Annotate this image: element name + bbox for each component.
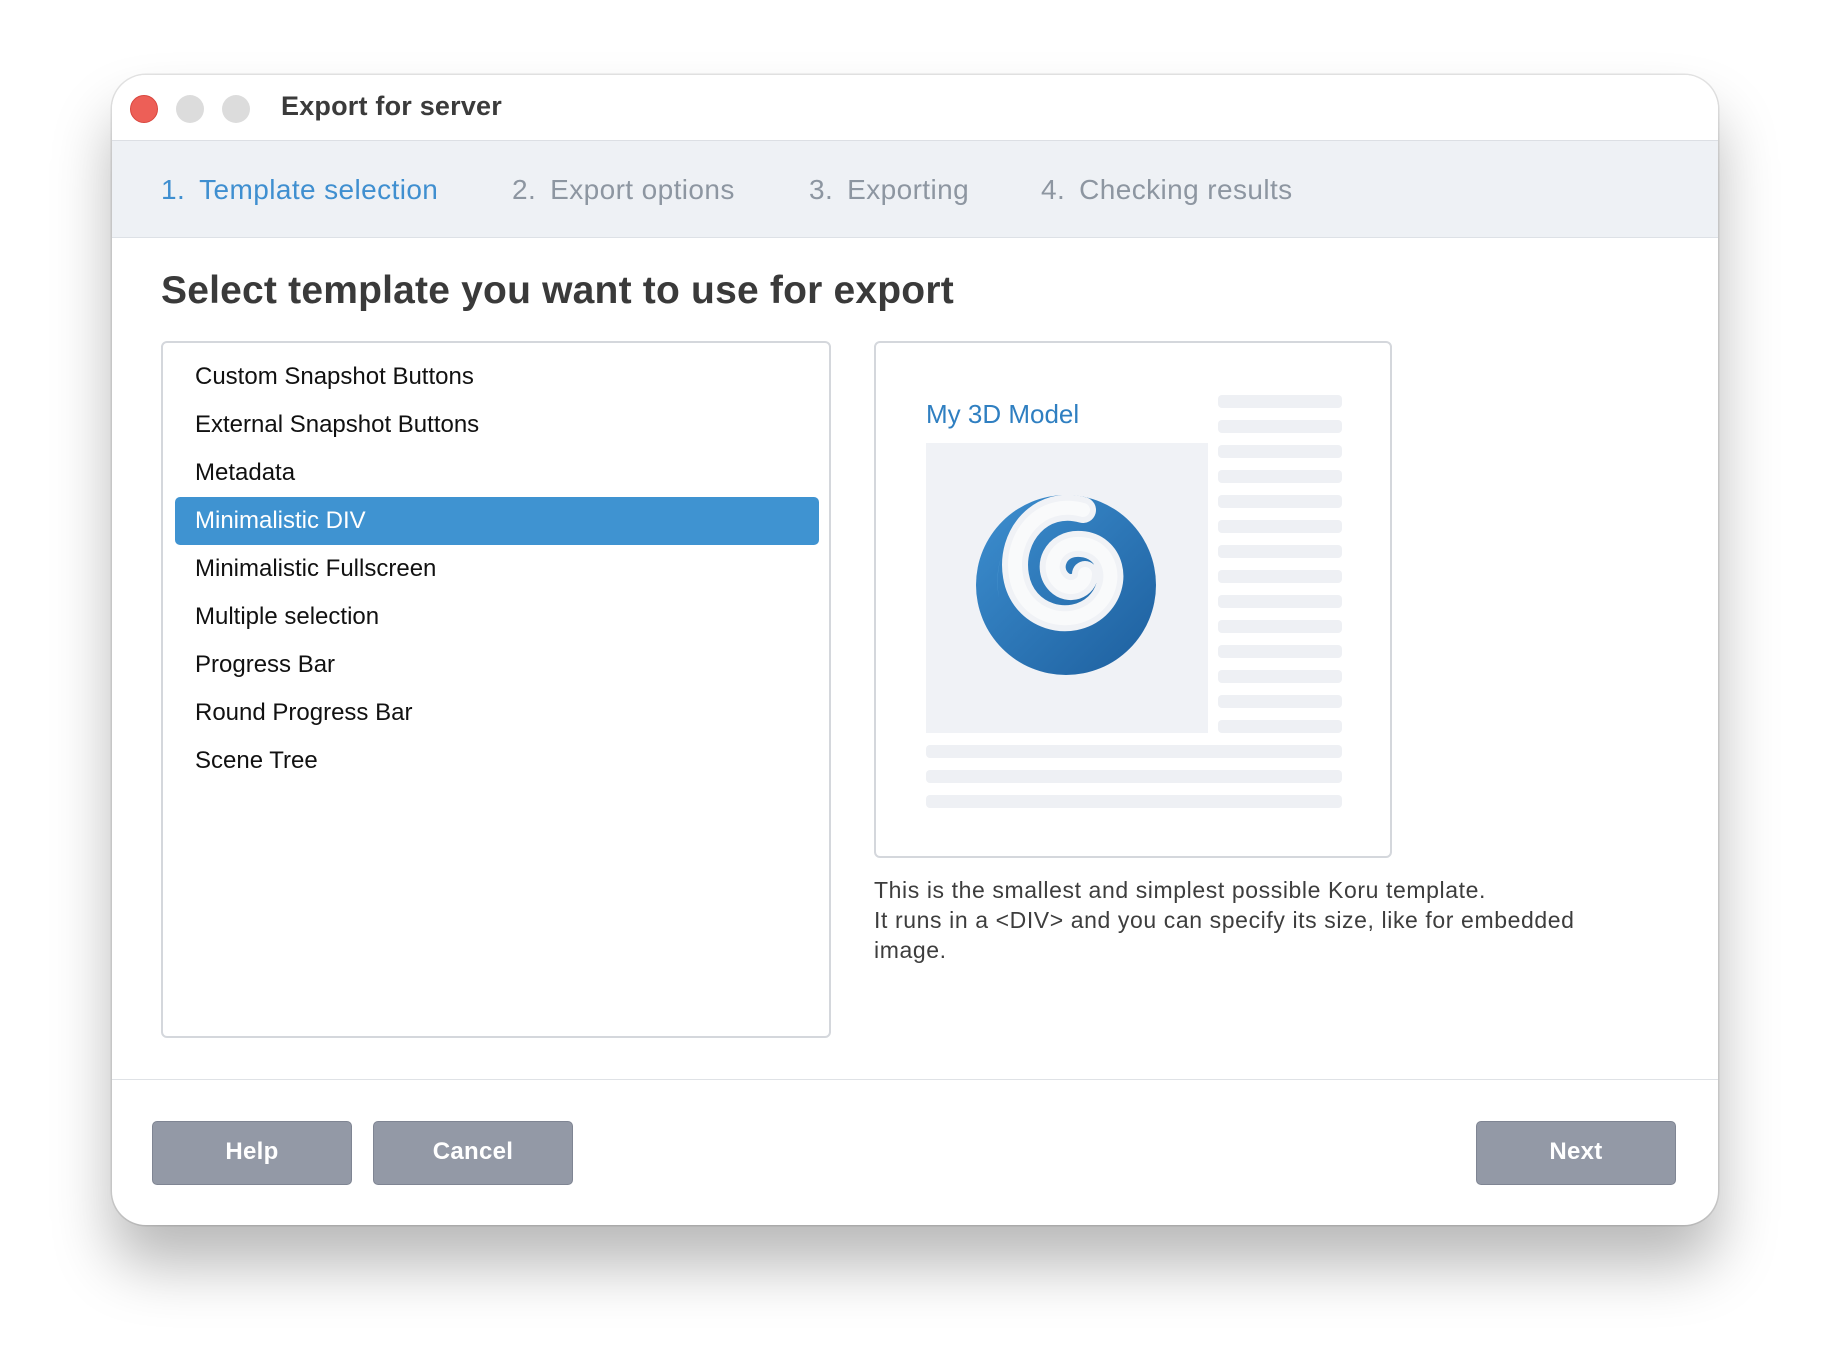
koru-spiral-icon (976, 494, 1156, 675)
next-button[interactable]: Next (1476, 1121, 1676, 1185)
step-number: 4. (1041, 174, 1066, 205)
description-line: This is the smallest and simplest possib… (874, 877, 1487, 903)
step-template-selection: 1. Template selection (161, 174, 438, 206)
list-item[interactable]: Custom Snapshot Buttons (175, 353, 819, 401)
list-item[interactable]: Multiple selection (175, 593, 819, 641)
step-number: 3. (809, 174, 834, 205)
step-exporting: 3. Exporting (809, 174, 969, 206)
template-description: This is the smallest and simplest possib… (874, 875, 1634, 965)
list-item[interactable]: Metadata (175, 449, 819, 497)
placeholder-text-line (1218, 670, 1342, 683)
placeholder-text-line (1218, 520, 1342, 533)
placeholder-text-line (1218, 595, 1342, 608)
template-list[interactable]: Custom Snapshot Buttons External Snapsho… (161, 341, 831, 1038)
list-item[interactable]: Minimalistic Fullscreen (175, 545, 819, 593)
list-item[interactable]: Progress Bar (175, 641, 819, 689)
description-line: image. (874, 937, 947, 963)
placeholder-text-line (926, 745, 1342, 758)
step-label: Export options (550, 174, 735, 205)
wizard-steps: 1. Template selection 2. Export options 3.… (112, 141, 1718, 238)
step-label: Template selection (199, 174, 439, 205)
placeholder-text-line (926, 795, 1342, 808)
step-number: 1. (161, 174, 186, 205)
footer-divider (112, 1079, 1718, 1080)
step-checking-results: 4. Checking results (1041, 174, 1293, 206)
list-item[interactable]: External Snapshot Buttons (175, 401, 819, 449)
titlebar: Export for server (112, 75, 1718, 141)
close-window-button[interactable] (130, 95, 158, 123)
placeholder-text-line (1218, 620, 1342, 633)
step-export-options: 2. Export options (512, 174, 735, 206)
step-number: 2. (512, 174, 537, 205)
placeholder-text-line (926, 770, 1342, 783)
window-title: Export for server (281, 91, 502, 121)
list-item[interactable]: Round Progress Bar (175, 689, 819, 737)
placeholder-text-line (1218, 470, 1342, 483)
minimize-window-button[interactable] (176, 95, 204, 123)
placeholder-text-line (1218, 695, 1342, 708)
placeholder-text-line (1218, 570, 1342, 583)
export-dialog-window: Export for server 1. Template selection 2… (112, 75, 1718, 1225)
preview-image-placeholder (926, 443, 1208, 733)
placeholder-text-line (1218, 545, 1342, 558)
placeholder-text-line (1218, 645, 1342, 658)
placeholder-text-line (1218, 395, 1342, 408)
step-label: Exporting (847, 174, 970, 205)
placeholder-text-line (1218, 495, 1342, 508)
placeholder-text-line (1218, 720, 1342, 733)
cancel-button[interactable]: Cancel (373, 1121, 573, 1185)
placeholder-text-line (1218, 445, 1342, 458)
description-line: It runs in a <DIV> and you can specify i… (874, 907, 1575, 933)
list-item[interactable]: Scene Tree (175, 737, 819, 785)
placeholder-text-line (1218, 420, 1342, 433)
preview-title: My 3D Model (926, 399, 1080, 429)
list-item-selected[interactable]: Minimalistic DIV (175, 497, 819, 545)
step-label: Checking results (1079, 174, 1293, 205)
zoom-window-button[interactable] (222, 95, 250, 123)
template-preview: My 3D Model (874, 341, 1392, 858)
page-title: Select template you want to use for expo… (161, 269, 954, 312)
help-button[interactable]: Help (152, 1121, 352, 1185)
